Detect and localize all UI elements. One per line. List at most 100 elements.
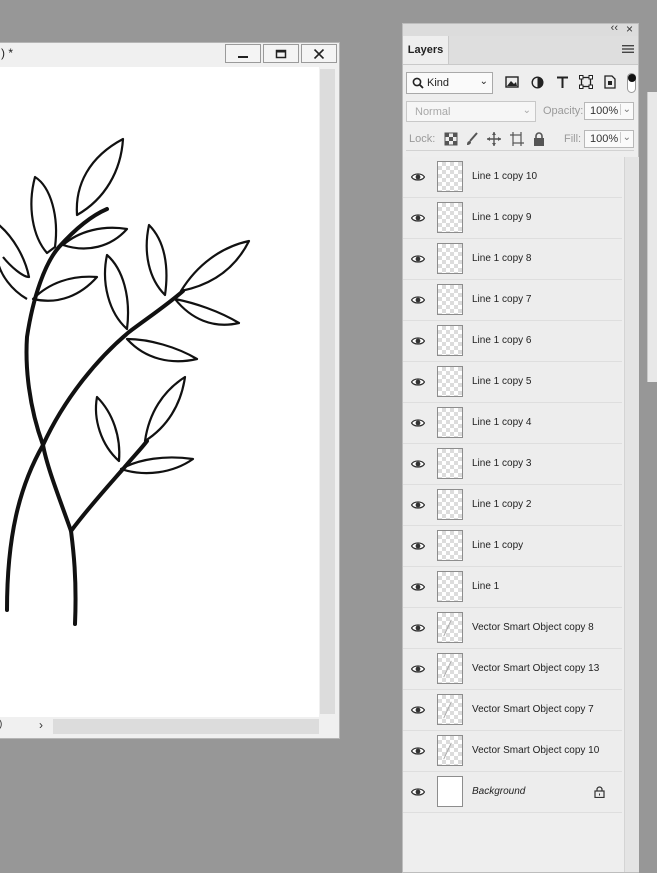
document-window: ) * › [0,42,340,739]
thumbnail-stroke [443,742,452,760]
layer-row[interactable]: Line 1 copy 6 [403,321,622,362]
layer-row[interactable]: Line 1 copy 9 [403,198,622,239]
layer-row[interactable]: Vector Smart Object copy 10 [403,731,622,772]
panel-header-bar: ‹‹ × [403,22,638,36]
tab-layers[interactable]: Layers [403,36,449,64]
visibility-eye-icon[interactable] [411,500,425,510]
visibility-eye-icon[interactable] [411,254,425,264]
visibility-eye-icon[interactable] [411,541,425,551]
visibility-eye-icon[interactable] [411,336,425,346]
layer-name: Line 1 copy 3 [472,458,532,469]
layer-list: Line 1 copy 10 Line 1 copy 9 Line 1 copy 8… [403,157,622,813]
layer-name: Line 1 copy 7 [472,294,532,305]
chevron-down-icon[interactable]: ⌄ [619,132,631,143]
layer-name: Line 1 copy 6 [472,335,532,346]
visibility-eye-icon[interactable] [411,418,425,428]
visibility-eye-icon[interactable] [411,746,425,756]
visibility-eye-icon[interactable] [411,582,425,592]
layer-row[interactable]: Line 1 copy 10 [403,157,622,198]
scroll-left-label: ) [0,719,2,730]
layer-name: Vector Smart Object copy 8 [472,622,594,633]
maximize-button[interactable] [263,44,299,63]
layer-row[interactable]: Line 1 copy 4 [403,403,622,444]
visibility-eye-icon[interactable] [411,705,425,715]
window-controls [225,44,337,63]
blend-opacity-row: Normal ⌄ Opacity: 100% ⌄ [406,101,634,123]
layer-lock-icon[interactable] [594,786,605,798]
lock-artboard-icon[interactable] [510,132,524,146]
lock-position-move-icon[interactable] [487,132,501,146]
layer-row[interactable]: Vector Smart Object copy 8 [403,608,622,649]
layer-thumbnail [437,776,463,807]
smart-object-filter-icon[interactable] [602,74,618,90]
chevron-down-icon[interactable]: ⌄ [619,104,631,115]
close-window-button[interactable] [301,44,337,63]
visibility-eye-icon[interactable] [411,172,425,182]
layer-thumbnail [437,530,463,561]
visibility-eye-icon[interactable] [411,623,425,633]
visibility-eye-icon[interactable] [411,459,425,469]
layer-thumbnail [437,489,463,520]
vertical-scrollbar[interactable] [319,67,337,717]
type-filter-icon[interactable] [554,74,570,90]
layer-row[interactable]: Vector Smart Object copy 13 [403,649,622,690]
visibility-eye-icon[interactable] [411,787,425,797]
horizontal-scroll-thumb[interactable] [53,719,319,734]
lock-all-icon[interactable] [532,132,546,146]
horizontal-scrollbar[interactable]: ) › [0,717,337,737]
filter-kind-label: Kind [427,77,450,89]
close-panel-icon[interactable]: × [626,22,633,36]
visibility-eye-icon[interactable] [411,295,425,305]
layer-thumbnail [437,202,463,233]
layer-row[interactable]: Line 1 [403,567,622,608]
shape-filter-icon[interactable] [578,74,594,90]
layer-name: Vector Smart Object copy 10 [472,745,600,756]
fill-field[interactable]: 100% ⌄ [584,130,634,148]
fill-label: Fill: [564,133,582,145]
layer-row[interactable]: Line 1 copy [403,526,622,567]
layer-row[interactable]: Line 1 copy 2 [403,485,622,526]
blend-mode-value: Normal [415,106,451,118]
layer-row[interactable]: Vector Smart Object copy 7 [403,690,622,731]
document-title: ) * [1,46,13,60]
filter-toggle-switch[interactable] [627,73,636,93]
visibility-eye-icon[interactable] [411,213,425,223]
layer-thumbnail [437,612,463,643]
layer-row[interactable]: Background [403,772,622,813]
layer-row[interactable]: Line 1 copy 5 [403,362,622,403]
filter-kind-dropdown[interactable]: Kind ⌄ [406,72,493,94]
scroll-right-arrow-icon[interactable]: › [39,718,43,732]
visibility-eye-icon[interactable] [411,377,425,387]
layer-thumbnail [437,653,463,684]
lock-fill-row: Lock: Fill: 100% ⌄ [406,130,634,151]
layer-thumbnail [437,325,463,356]
layer-thumbnail [437,407,463,438]
opacity-field[interactable]: 100% ⌄ [584,102,634,120]
search-icon [412,77,424,89]
layer-row[interactable]: Line 1 copy 3 [403,444,622,485]
blend-mode-dropdown[interactable]: Normal ⌄ [406,101,536,122]
layer-name: Line 1 copy 10 [472,171,538,182]
layer-name: Line 1 copy [472,540,524,551]
restore-icon [275,49,287,58]
layer-row[interactable]: Line 1 copy 7 [403,280,622,321]
layer-name: Vector Smart Object copy 13 [472,663,600,674]
panel-menu-icon[interactable] [622,44,634,54]
vertical-scroll-thumb[interactable] [320,69,335,714]
layer-name: Line 1 copy 5 [472,376,532,387]
image-filter-icon[interactable] [504,74,520,90]
visibility-eye-icon[interactable] [411,664,425,674]
canvas[interactable] [0,67,319,717]
layer-row[interactable]: Line 1 copy 8 [403,239,622,280]
layers-scrollbar[interactable] [624,157,639,872]
lock-image-pixels-brush-icon[interactable] [465,132,479,146]
thumbnail-stroke [443,660,452,678]
panel-tab-bar: Layers [403,36,638,65]
minimize-button[interactable] [225,44,261,63]
layer-thumbnail [437,366,463,397]
lock-transparent-pixels-icon[interactable] [444,132,458,146]
layer-thumbnail [437,571,463,602]
collapse-panel-icon[interactable]: ‹‹ [611,22,618,34]
adjustment-filter-icon[interactable] [529,74,545,90]
fill-value: 100% [590,133,619,145]
